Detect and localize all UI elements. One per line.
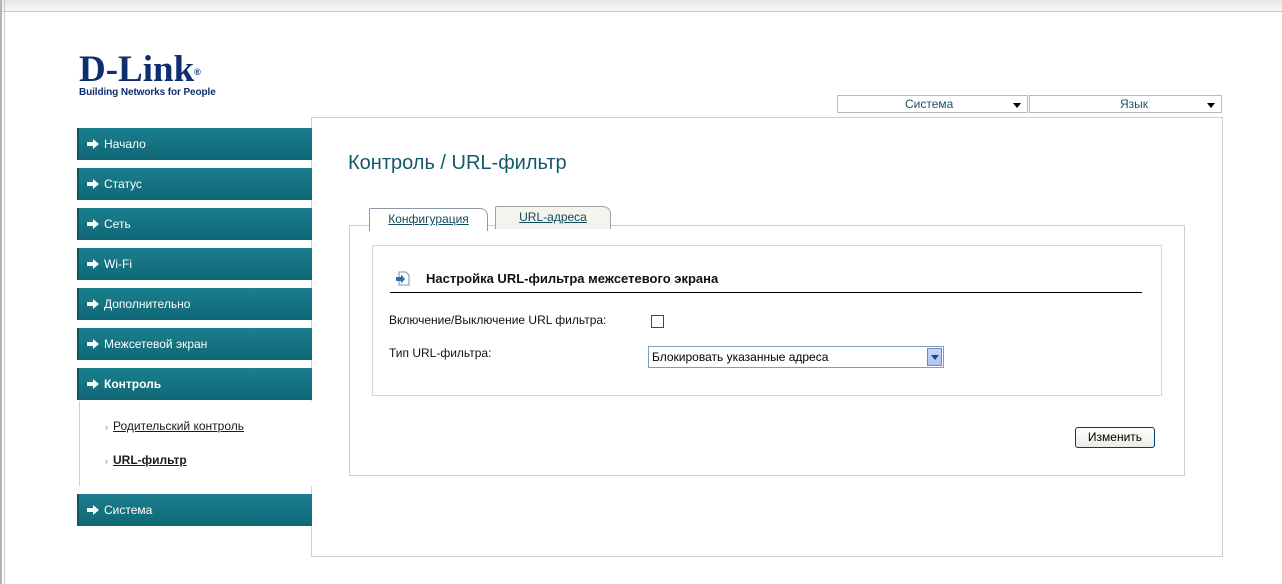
logo-text: D-Link <box>79 49 195 90</box>
change-button[interactable]: Изменить <box>1075 427 1155 448</box>
top-border <box>0 0 1282 12</box>
url-filter-type-value: Блокировать указанные адреса <box>652 350 829 364</box>
dlink-logo: D-Link® Building Networks for People <box>79 51 216 98</box>
page-title: Контроль / URL-фильтр <box>348 152 567 174</box>
sidebar-item-network[interactable]: Сеть <box>77 208 312 240</box>
tab-label: Конфигурация <box>388 212 469 226</box>
system-dropdown[interactable]: Система <box>837 95 1028 113</box>
arrow-right-icon <box>87 219 99 229</box>
enable-url-filter-label: Включение/Выключение URL фильтра: <box>389 313 607 327</box>
sidebar-item-label: Сеть <box>104 217 131 231</box>
subnav-item-url-filter[interactable]: › URL-фильтр <box>105 453 187 467</box>
url-filter-type-select[interactable]: Блокировать указанные адреса <box>648 346 944 368</box>
logo-tagline: Building Networks for People <box>79 87 216 98</box>
tab-label: URL-адреса <box>519 210 587 224</box>
sidebar-item-label: Система <box>104 503 153 517</box>
left-window-edge-inner <box>4 0 5 584</box>
sidebar-item-label: Начало <box>104 137 146 151</box>
logo-registered: ® <box>194 67 201 77</box>
sidebar-item-status[interactable]: Статус <box>77 168 312 200</box>
arrow-right-icon <box>87 139 99 149</box>
chevron-down-icon <box>1207 103 1215 108</box>
bullet-icon: › <box>105 422 108 432</box>
left-window-edge <box>0 0 2 584</box>
sidebar-item-label: Wi-Fi <box>104 257 132 271</box>
arrow-right-icon <box>87 379 99 389</box>
bullet-icon: › <box>105 456 108 466</box>
arrow-into-page-icon <box>396 271 410 286</box>
arrow-right-icon <box>87 299 99 309</box>
arrow-right-icon <box>87 259 99 269</box>
sidebar-item-label: Контроль <box>104 377 162 391</box>
sidebar-item-advanced[interactable]: Дополнительно <box>77 288 312 320</box>
sidebar-item-firewall[interactable]: Межсетевой экран <box>77 328 312 360</box>
subnav-item-label: URL-фильтр <box>113 453 187 467</box>
sidebar-item-home[interactable]: Начало <box>77 128 312 160</box>
url-filter-type-label: Тип URL-фильтра: <box>389 346 492 360</box>
language-dropdown[interactable]: Язык <box>1029 95 1222 113</box>
arrow-right-icon <box>87 339 99 349</box>
tab-configuration[interactable]: Конфигурация <box>369 208 488 231</box>
system-dropdown-label: Система <box>905 97 954 111</box>
sidebar-item-control[interactable]: Контроль <box>77 368 312 400</box>
arrow-right-icon <box>87 505 99 515</box>
subnav-item-parental-control[interactable]: › Родительский контроль <box>105 419 244 433</box>
section-divider <box>390 292 1142 293</box>
enable-url-filter-checkbox[interactable] <box>651 315 664 328</box>
language-dropdown-label: Язык <box>1120 97 1149 111</box>
sidebar-item-label: Дополнительно <box>104 297 191 311</box>
sidebar-subnav: › Родительский контроль › URL-фильтр <box>79 401 312 486</box>
sidebar-item-wifi[interactable]: Wi-Fi <box>77 248 312 280</box>
chevron-down-icon <box>1013 103 1021 108</box>
sidebar-item-system[interactable]: Система <box>77 494 312 526</box>
sidebar-item-label: Статус <box>104 177 142 191</box>
tab-url-addresses[interactable]: URL-адреса <box>495 206 611 229</box>
section-title: Настройка URL-фильтра межсетевого экрана <box>426 271 719 286</box>
chevron-down-icon[interactable] <box>927 348 942 366</box>
sidebar-item-label: Межсетевой экран <box>104 337 208 351</box>
subnav-item-label: Родительский контроль <box>113 419 244 433</box>
arrow-right-icon <box>87 179 99 189</box>
